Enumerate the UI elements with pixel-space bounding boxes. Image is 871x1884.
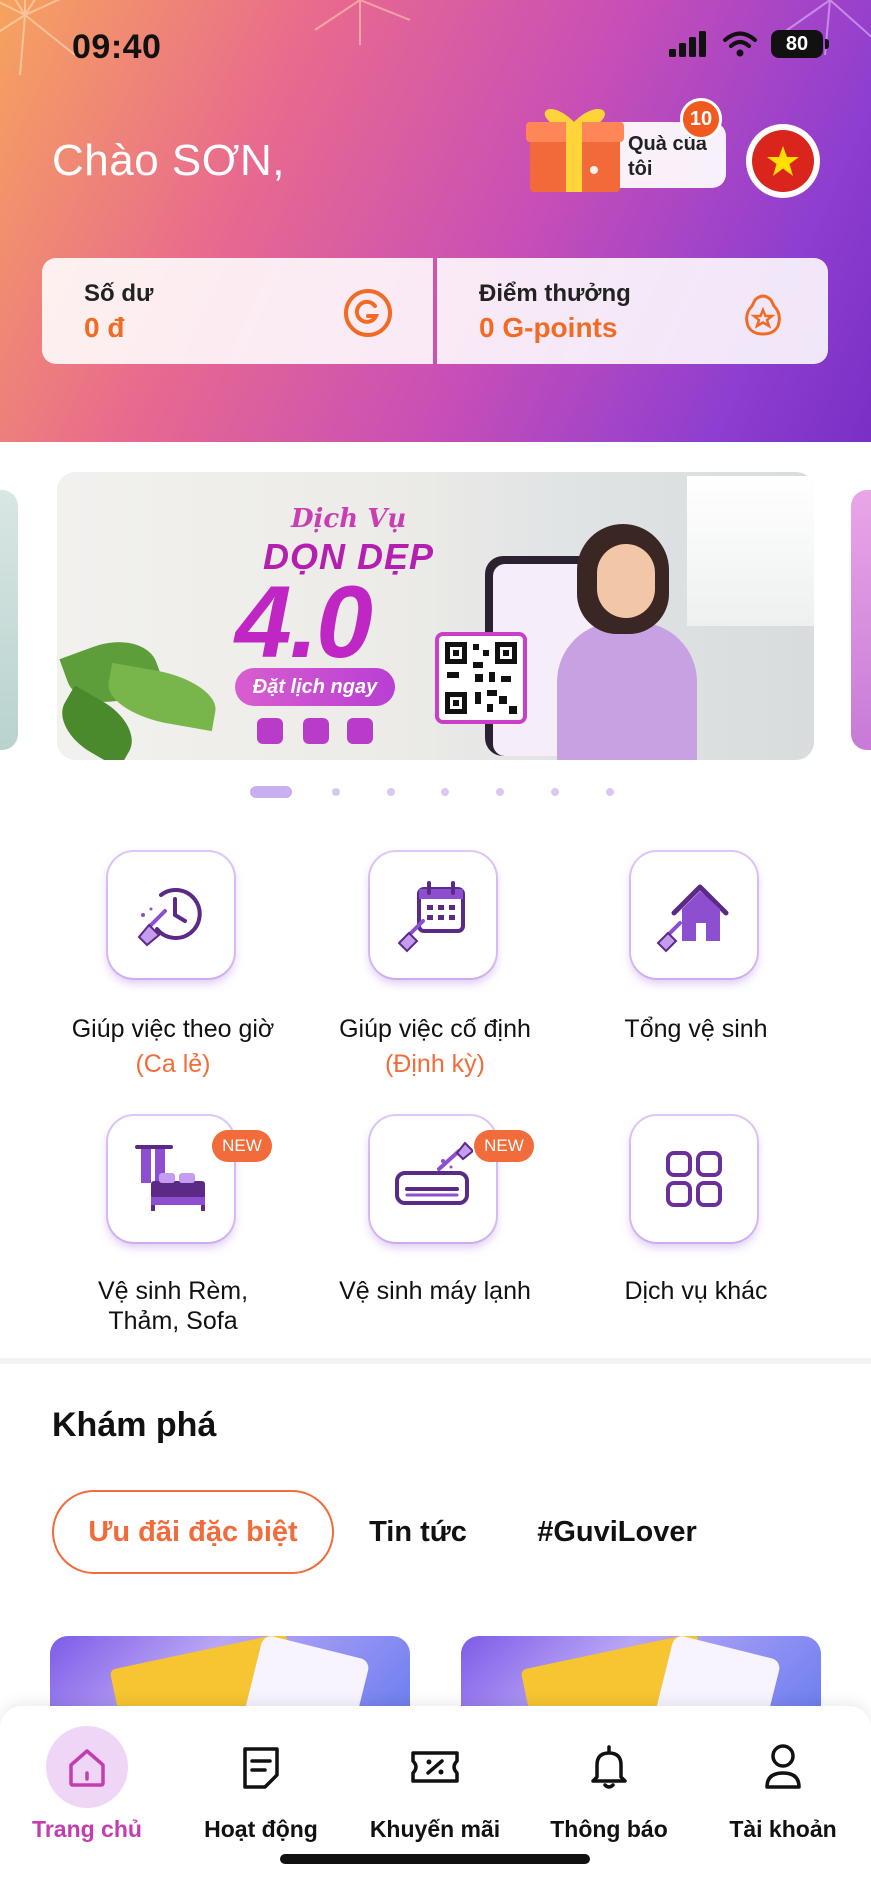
nav-label: Thông báo: [550, 1816, 668, 1842]
service-fixed-help[interactable]: Giúp việc cố định (Định kỳ): [304, 850, 566, 1080]
calendar-broom-icon: [397, 881, 465, 953]
carousel-dot[interactable]: [496, 788, 504, 796]
promo-card[interactable]: [50, 1636, 410, 1716]
carousel-dot[interactable]: [332, 788, 340, 796]
banner-woman-face: [597, 544, 655, 618]
greeting: Chào SƠN,: [52, 136, 285, 185]
banner-service-icon: [347, 718, 373, 744]
nav-label: Khuyến mãi: [369, 1816, 501, 1842]
grid-icon: [666, 1151, 722, 1207]
carousel-dot[interactable]: [441, 788, 449, 796]
carousel-next-slide[interactable]: [851, 490, 871, 750]
banner-book-now-button[interactable]: Đặt lịch ngay: [235, 668, 395, 706]
balance-value: 0 đ: [84, 312, 125, 343]
service-label: Vệ sinh Rèm, Thảm, Sofa: [97, 1277, 249, 1335]
home-indicator: [280, 1854, 590, 1864]
service-other[interactable]: Dịch vụ khác: [565, 1114, 827, 1344]
nav-label: Trang chủ: [32, 1816, 142, 1842]
balance-title: Số dư: [84, 280, 154, 307]
wallet-summary: Số dư 0 đ Điểm thưởng 0 G-points: [42, 258, 828, 364]
activity-note-icon: [220, 1726, 302, 1808]
service-tile: [108, 852, 234, 978]
carousel-dot[interactable]: [606, 788, 614, 796]
balance-card[interactable]: Số dư 0 đ: [42, 258, 433, 364]
banner-version: 4.0: [235, 565, 373, 679]
service-label: Tổng vệ sinh: [624, 1015, 768, 1043]
promo-carousel[interactable]: Dịch Vụ DỌN DẸP 4.0 Đặt lịch ngay: [0, 462, 871, 772]
service-deep-cleaning[interactable]: Tổng vệ sinh: [565, 850, 827, 1080]
house-broom-icon: [656, 884, 729, 953]
status-time: 09:40: [72, 28, 162, 66]
tab-special-offers[interactable]: Ưu đãi đặc biệt: [52, 1490, 334, 1574]
user-icon: [742, 1726, 824, 1808]
promo-coupon-image: [650, 1636, 782, 1716]
service-sublabel: (Ca lẻ): [135, 1050, 211, 1078]
promo-coupon-image: [239, 1636, 371, 1716]
signal-icon: [669, 31, 706, 57]
tab-guvilover[interactable]: #GuviLover: [520, 1490, 714, 1574]
new-badge: NEW: [212, 1130, 272, 1162]
points-bag-icon: [745, 294, 781, 336]
nav-promotions[interactable]: Khuyến mãi: [348, 1720, 522, 1850]
nav-home[interactable]: Trang chủ: [0, 1720, 174, 1850]
nav-label: Hoạt động: [204, 1816, 318, 1842]
my-gifts-button[interactable]: Quà của tôi 10: [522, 92, 726, 196]
reward-points-title: Điểm thưởng: [479, 280, 631, 307]
service-tile: [370, 852, 496, 978]
service-tile: [631, 1116, 757, 1242]
battery-indicator: 80: [771, 30, 829, 58]
service-tile: [631, 852, 757, 978]
service-curtain-carpet-sofa[interactable]: NEW Vệ sinh Rèm, Thảm, Sofa: [42, 1114, 304, 1344]
explore-title: Khám phá: [52, 1406, 217, 1444]
new-badge: NEW: [474, 1130, 534, 1162]
service-sublabel: (Định kỳ): [384, 1050, 485, 1078]
service-hourly-help[interactable]: Giúp việc theo giờ (Ca lẻ): [42, 850, 304, 1080]
carousel-previous-slide[interactable]: [0, 490, 18, 750]
nav-notifications[interactable]: Thông báo: [522, 1720, 696, 1850]
banner-cleaning-4-0[interactable]: Dịch Vụ DỌN DẸP 4.0 Đặt lịch ngay: [57, 472, 814, 760]
home-icon: [46, 1726, 128, 1808]
status-bar: 09:40 80: [0, 0, 871, 96]
nav-label: Tài khoản: [729, 1816, 837, 1842]
gift-box-icon: [526, 108, 624, 192]
banner-home-icon: [303, 718, 329, 744]
gift-count-badge: 10: [680, 98, 722, 140]
clock-broom-icon: [137, 887, 202, 947]
banner-woman-image: [557, 622, 697, 760]
reward-points-value: 0 G-points: [479, 312, 618, 343]
service-label: Giúp việc theo giờ: [71, 1015, 275, 1043]
banner-app-icon: [257, 718, 283, 744]
reward-points-card[interactable]: Điểm thưởng 0 G-points: [437, 258, 828, 364]
banner-kitchen-shelf: [687, 476, 814, 626]
banner-subtitle: Dịch Vụ: [291, 504, 407, 534]
service-label: Vệ sinh máy lạnh: [339, 1277, 531, 1305]
vietnam-flag-icon: [752, 130, 814, 192]
header: 09:40 80 Chào SƠN, Quà của tôi 10 Số dư …: [0, 0, 871, 442]
service-label: Dịch vụ khác: [624, 1277, 768, 1305]
carousel-dots: [0, 782, 871, 802]
status-icons: 80: [669, 30, 829, 58]
service-air-conditioner-cleaning[interactable]: NEW Vệ sinh máy lạnh: [304, 1114, 566, 1344]
curtain-bed-icon: [135, 1145, 205, 1211]
carousel-dot-active[interactable]: [250, 786, 292, 798]
wifi-icon: [723, 31, 757, 57]
bell-icon: [568, 1726, 650, 1808]
language-flag-button[interactable]: [746, 124, 820, 198]
section-divider: [0, 1358, 871, 1364]
carousel-dot[interactable]: [387, 788, 395, 796]
coupon-icon: [394, 1726, 476, 1808]
air-conditioner-icon: [395, 1141, 473, 1205]
carousel-dot[interactable]: [551, 788, 559, 796]
promo-card[interactable]: [461, 1636, 821, 1716]
service-label: Giúp việc cố định: [339, 1015, 531, 1043]
nav-activity[interactable]: Hoạt động: [174, 1720, 348, 1850]
tab-news[interactable]: Tin tức: [350, 1490, 486, 1574]
qr-code-icon: [435, 632, 527, 724]
nav-account[interactable]: Tài khoản: [696, 1720, 870, 1850]
g-coin-icon: [344, 289, 392, 337]
